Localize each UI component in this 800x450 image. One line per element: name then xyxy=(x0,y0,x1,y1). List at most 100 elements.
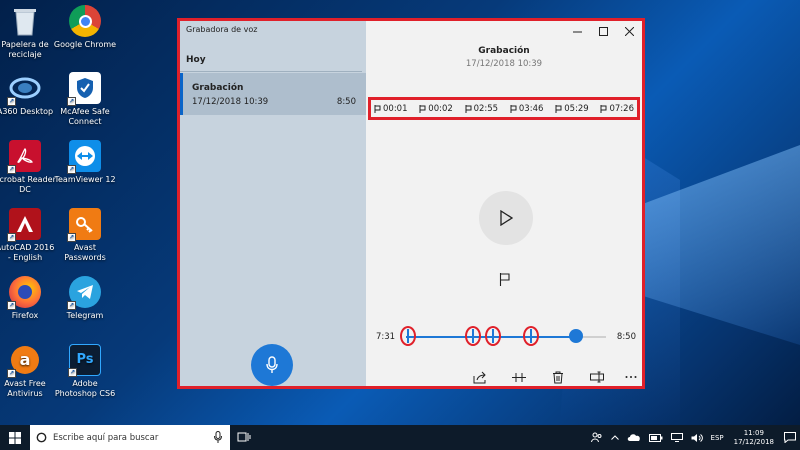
trim-icon xyxy=(512,372,526,382)
trash-icon xyxy=(553,371,563,383)
flag-icon xyxy=(510,104,517,113)
desktop-icon-label: AutoCAD 2016 - English xyxy=(0,243,55,262)
action-center-button[interactable] xyxy=(784,432,796,443)
recording-name: Grabación xyxy=(192,83,244,93)
current-time: 7:31 xyxy=(376,332,396,342)
network-icon xyxy=(670,433,683,442)
desktop-icon-firefox[interactable]: ↗ Firefox xyxy=(0,276,57,321)
mcafee-icon: ↗ xyxy=(67,72,101,106)
record-button[interactable] xyxy=(251,344,293,386)
command-bar xyxy=(366,367,642,389)
notifications-icon xyxy=(784,432,796,443)
battery-icon xyxy=(648,433,663,442)
battery-button[interactable] xyxy=(648,433,663,442)
window-controls xyxy=(564,21,642,41)
seek-thumb[interactable] xyxy=(569,329,584,343)
marker-item[interactable]: 05:29 xyxy=(555,104,589,114)
people-button[interactable] xyxy=(590,432,603,443)
clock-time: 11:09 xyxy=(743,428,764,437)
marker-highlight-ring xyxy=(485,326,501,346)
acrobat-icon: ↗ xyxy=(7,140,41,174)
recording-list-item[interactable]: Grabación 17/12/2018 10:39 8:50 xyxy=(180,73,366,115)
avast-icon: a ↗ xyxy=(7,344,41,378)
desktop-icon-recycle-bin[interactable]: Papelera de reciclaje xyxy=(0,5,57,60)
more-icon xyxy=(625,376,637,378)
minimize-button[interactable] xyxy=(564,21,590,41)
network-button[interactable] xyxy=(670,433,683,442)
marker-time: 00:01 xyxy=(383,103,408,114)
rename-button[interactable] xyxy=(587,367,607,387)
marker-item[interactable]: 00:02 xyxy=(419,104,453,114)
recordings-sidebar: Grabadora de voz Hoy Grabación 17/12/201… xyxy=(180,21,366,386)
task-view-button[interactable] xyxy=(236,429,252,445)
delete-button[interactable] xyxy=(548,367,568,387)
marker-item[interactable]: 02:55 xyxy=(465,103,499,114)
desktop-icon-teamviewer[interactable]: ↗ TeamViewer 12 xyxy=(53,140,117,185)
desktop-icon-avast[interactable]: a ↗ Avast Free Antivirus xyxy=(0,344,57,399)
telegram-icon: ↗ xyxy=(67,276,101,310)
total-time: 8:50 xyxy=(616,332,636,342)
input-language[interactable]: ESP xyxy=(711,434,724,442)
desktop-icon-avast-passwords[interactable]: ↗ Avast Passwords xyxy=(53,208,117,263)
photoshop-glyph: Ps xyxy=(76,352,94,367)
onedrive-button[interactable] xyxy=(627,433,641,442)
desktop-icon-acrobat[interactable]: ↗ Acrobat Reader DC xyxy=(0,140,57,195)
desktop-icon-label: Papelera de reciclaje xyxy=(1,40,49,59)
volume-button[interactable] xyxy=(691,433,703,443)
start-button[interactable] xyxy=(0,425,30,450)
marker-item[interactable]: 07:26 xyxy=(600,104,634,114)
recording-date: 17/12/2018 10:39 xyxy=(192,97,269,107)
search-placeholder: Escribe aquí para buscar xyxy=(53,432,159,443)
microphone-icon xyxy=(266,356,278,373)
taskbar: Escribe aquí para buscar ESP 11:09 17/12… xyxy=(0,425,800,450)
people-icon xyxy=(590,432,602,443)
flag-icon xyxy=(499,272,510,286)
desktop-icon-label: Firefox xyxy=(11,311,39,320)
task-view-icon xyxy=(237,432,251,442)
close-button[interactable] xyxy=(616,21,642,41)
marker-time: 03:46 xyxy=(518,103,544,114)
show-hidden-icons-button[interactable] xyxy=(610,435,619,440)
recording-title: Grabación xyxy=(478,46,530,56)
add-marker-button[interactable] xyxy=(497,271,513,287)
cortana-icon xyxy=(36,432,47,443)
window-title: Grabadora de voz xyxy=(186,25,258,34)
recording-subtitle-date: 17/12/2018 10:39 xyxy=(465,59,543,69)
desktop-icon-autocad[interactable]: ↗ AutoCAD 2016 - English xyxy=(0,208,57,263)
more-options-button[interactable] xyxy=(621,367,641,387)
share-button[interactable] xyxy=(470,367,490,387)
desktop-icon-telegram[interactable]: ↗ Telegram xyxy=(53,276,117,321)
marker-time: 05:29 xyxy=(564,103,589,114)
desktop-icon-chrome[interactable]: Google Chrome xyxy=(53,5,117,50)
desktop-icon-photoshop[interactable]: Ps ↗ Adobe Photoshop CS6 xyxy=(53,344,117,399)
play-button[interactable] xyxy=(479,191,533,245)
flag-icon xyxy=(374,104,381,113)
marker-item[interactable]: 00:01 xyxy=(374,104,408,114)
marker-highlight-ring xyxy=(400,326,416,346)
taskbar-clock[interactable]: 11:09 17/12/2018 xyxy=(734,429,774,447)
desktop-icon-label: McAfee Safe Connect xyxy=(60,107,110,126)
clock-date: 17/12/2018 xyxy=(733,437,774,446)
marker-time: 00:02 xyxy=(428,103,453,114)
desktop-icon-label: A360 Desktop xyxy=(0,107,54,116)
maximize-button[interactable] xyxy=(590,21,616,41)
desktop-icon-label: Acrobat Reader DC xyxy=(0,175,56,194)
voice-recorder-window[interactable]: Grabadora de voz Hoy Grabación 17/12/201… xyxy=(177,18,645,389)
rename-icon xyxy=(590,371,604,383)
flag-icon xyxy=(600,104,607,113)
marker-time: 02:55 xyxy=(473,103,499,114)
avast-passwords-icon: ↗ xyxy=(67,208,101,242)
flag-icon xyxy=(465,104,472,113)
marker-highlight-ring xyxy=(523,326,539,346)
chrome-icon xyxy=(69,5,101,37)
a360-icon: ↗ xyxy=(7,72,41,106)
desktop-icon-a360[interactable]: ↗ A360 Desktop xyxy=(0,72,57,117)
trim-button[interactable] xyxy=(509,367,529,387)
taskbar-search[interactable]: Escribe aquí para buscar xyxy=(30,425,230,450)
recycle-bin-icon xyxy=(9,5,41,37)
maximize-icon xyxy=(598,26,608,36)
windows-logo-icon xyxy=(9,431,21,444)
desktop-icon-mcafee[interactable]: ↗ McAfee Safe Connect xyxy=(53,72,117,127)
marker-item[interactable]: 03:46 xyxy=(510,103,544,114)
marker-highlight-ring xyxy=(465,326,481,346)
